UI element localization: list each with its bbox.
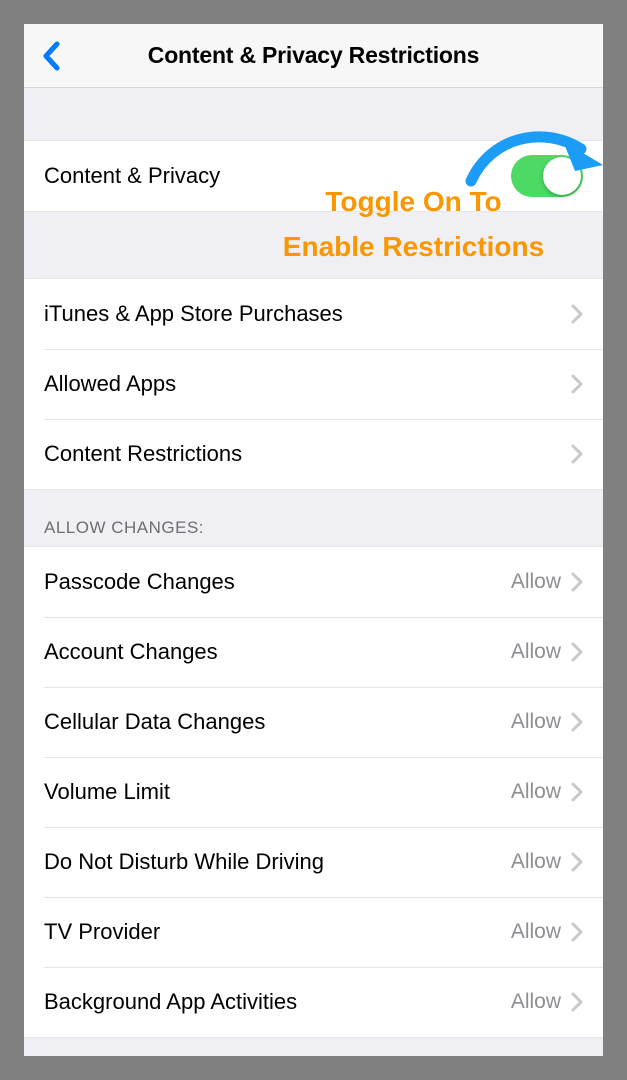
navbar: Content & Privacy Restrictions (24, 24, 603, 88)
page-title: Content & Privacy Restrictions (24, 42, 603, 69)
chevron-right-icon (571, 782, 583, 802)
tv-provider-row[interactable]: TV Provider Allow (24, 897, 603, 967)
back-button[interactable] (34, 35, 70, 77)
dnd-driving-row[interactable]: Do Not Disturb While Driving Allow (24, 827, 603, 897)
chevron-right-icon (571, 852, 583, 872)
chevron-right-icon (571, 712, 583, 732)
allowed-apps-row[interactable]: Allowed Apps (24, 349, 603, 419)
row-detail: Allow (511, 850, 561, 874)
row-label: Background App Activities (44, 989, 511, 1015)
content-restrictions-row[interactable]: Content Restrictions (24, 419, 603, 489)
row-label: Volume Limit (44, 779, 511, 805)
chevron-right-icon (571, 572, 583, 592)
row-label: TV Provider (44, 919, 511, 945)
chevron-right-icon (571, 922, 583, 942)
itunes-purchases-row[interactable]: iTunes & App Store Purchases (24, 279, 603, 349)
chevron-right-icon (571, 444, 583, 464)
chevron-right-icon (571, 992, 583, 1012)
spacer (24, 88, 603, 140)
row-detail: Allow (511, 640, 561, 664)
chevron-right-icon (571, 374, 583, 394)
row-label: Allowed Apps (44, 371, 571, 397)
row-label: Cellular Data Changes (44, 709, 511, 735)
chevron-right-icon (571, 642, 583, 662)
volume-limit-row[interactable]: Volume Limit Allow (24, 757, 603, 827)
toggle-knob (543, 157, 581, 195)
row-detail: Allow (511, 780, 561, 804)
passcode-changes-row[interactable]: Passcode Changes Allow (24, 547, 603, 617)
content-privacy-label: Content & Privacy (44, 163, 511, 189)
settings-screen: Content & Privacy Restrictions Content &… (24, 24, 603, 1056)
row-label: iTunes & App Store Purchases (44, 301, 571, 327)
row-detail: Allow (511, 710, 561, 734)
spacer (24, 212, 603, 278)
back-chevron-icon (42, 41, 62, 71)
background-app-row[interactable]: Background App Activities Allow (24, 967, 603, 1037)
row-label: Passcode Changes (44, 569, 511, 595)
content-privacy-toggle[interactable] (511, 155, 583, 197)
row-label: Content Restrictions (44, 441, 571, 467)
cellular-data-changes-row[interactable]: Cellular Data Changes Allow (24, 687, 603, 757)
chevron-right-icon (571, 304, 583, 324)
toggle-group: Content & Privacy (24, 140, 603, 212)
row-detail: Allow (511, 920, 561, 944)
row-label: Do Not Disturb While Driving (44, 849, 511, 875)
row-detail: Allow (511, 570, 561, 594)
allow-changes-header: ALLOW CHANGES: (24, 490, 603, 546)
allow-changes-group: Passcode Changes Allow Account Changes A… (24, 546, 603, 1038)
row-label: Account Changes (44, 639, 511, 665)
restrictions-group: iTunes & App Store Purchases Allowed App… (24, 278, 603, 490)
account-changes-row[interactable]: Account Changes Allow (24, 617, 603, 687)
content-privacy-row[interactable]: Content & Privacy (24, 141, 603, 211)
row-detail: Allow (511, 990, 561, 1014)
